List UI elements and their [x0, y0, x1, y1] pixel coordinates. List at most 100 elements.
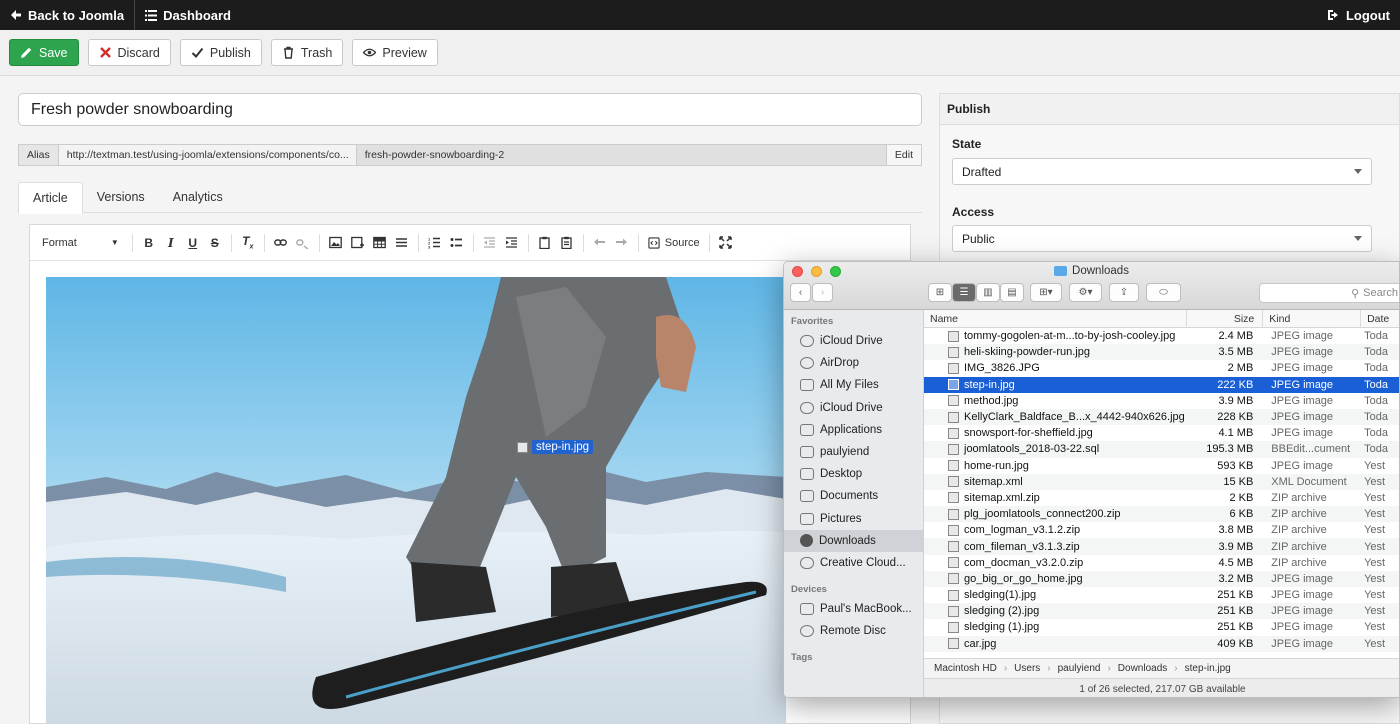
media-button[interactable]	[347, 232, 369, 254]
save-button[interactable]: Save	[9, 39, 79, 66]
column-size-header[interactable]: Size	[1187, 310, 1264, 328]
sidebar-item-pictures[interactable]: Pictures	[784, 508, 923, 530]
file-row[interactable]: step-in.jpg 222 KB JPEG image Toda	[924, 376, 1399, 393]
laptop-icon	[800, 603, 814, 616]
undo-button[interactable]	[589, 232, 611, 254]
fullscreen-button[interactable]	[715, 232, 737, 254]
file-row[interactable]: heli-skiing-powder-run.jpg 3.5 MB JPEG ima…	[924, 344, 1399, 361]
path-segment[interactable]: Macintosh HD	[934, 663, 997, 674]
link-button[interactable]	[270, 232, 292, 254]
path-segment[interactable]: step-in.jpg	[1185, 663, 1231, 674]
file-kind: ZIP archive	[1271, 491, 1327, 504]
sidebar-item-macbook[interactable]: Paul's MacBook...	[784, 598, 923, 620]
list-view-button[interactable]: ☰	[952, 283, 976, 302]
source-button[interactable]: Source	[644, 237, 704, 249]
finder-search-field[interactable]: ⚲ Search	[1259, 283, 1399, 303]
sidebar-item-home[interactable]: paulyiend	[784, 441, 923, 463]
file-row[interactable]: go_big_or_go_home.jpg 3.2 MB JPEG image Yes…	[924, 570, 1399, 587]
alias-edit-button[interactable]: Edit	[886, 145, 921, 165]
pencil-icon	[21, 47, 32, 58]
strikethrough-button[interactable]: S	[204, 232, 226, 254]
file-row[interactable]: sledging (2).jpg 251 KB JPEG image Yest	[924, 603, 1399, 620]
tab-versions[interactable]: Versions	[83, 182, 159, 212]
file-row[interactable]: com_docman_v3.2.0.zip 4.5 MB ZIP archive Ye…	[924, 555, 1399, 571]
file-row[interactable]: method.jpg 3.9 MB JPEG image Toda	[924, 393, 1399, 409]
publish-button[interactable]: Publish	[179, 39, 262, 66]
numbered-list-button[interactable]: 123	[424, 232, 446, 254]
unlink-button[interactable]	[292, 232, 314, 254]
file-row[interactable]: sitemap.xml 15 KB XML Document Yest	[924, 473, 1399, 490]
indent-button[interactable]	[501, 232, 523, 254]
file-row[interactable]: com_fileman_v3.1.3.zip 3.9 MB ZIP archive Y…	[924, 538, 1399, 555]
table-button[interactable]	[369, 232, 391, 254]
sidebar-item-airdrop[interactable]: AirDrop	[784, 352, 923, 374]
file-row[interactable]: sledging(1).jpg 251 KB JPEG image Yest	[924, 587, 1399, 603]
access-select[interactable]: Public	[952, 225, 1372, 252]
column-view-button[interactable]: ▥	[976, 283, 1000, 302]
sidebar-item-icloud-drive[interactable]: iCloud Drive	[784, 330, 923, 352]
italic-button[interactable]: I	[160, 232, 182, 254]
sidebar-item-documents[interactable]: Documents	[784, 485, 923, 507]
file-size: 251 KB	[1217, 589, 1254, 602]
cover-flow-button[interactable]: ▤	[1000, 283, 1024, 302]
paste-text-button[interactable]	[556, 232, 578, 254]
file-size: 4.1 MB	[1218, 427, 1254, 440]
bullet-list-button[interactable]	[446, 232, 468, 254]
column-kind-header[interactable]: Kind	[1263, 310, 1362, 328]
clear-format-button[interactable]: Tx	[237, 232, 259, 254]
horizontal-rule-button[interactable]	[391, 232, 413, 254]
file-row[interactable]: snowsport-for-sheffield.jpg 4.1 MB JPEG im…	[924, 425, 1399, 441]
file-row[interactable]: sledging (1).jpg 251 KB JPEG image Yest	[924, 619, 1399, 635]
article-title-input[interactable]: Fresh powder snowboarding	[18, 93, 922, 126]
trash-button[interactable]: Trash	[270, 39, 344, 66]
outdent-button[interactable]	[479, 232, 501, 254]
logout-link[interactable]: Logout	[1318, 0, 1400, 30]
bold-button[interactable]: B	[138, 232, 160, 254]
file-row[interactable]: joomlatools_2018-03-22.sql 195.3 MB BBEdit…	[924, 441, 1399, 458]
file-name: snowsport-for-sheffield.jpg	[964, 427, 1093, 440]
back-to-joomla-link[interactable]: Back to Joomla	[0, 0, 134, 30]
file-row[interactable]: tommy-gogolen-at-m...to-by-josh-cooley.j…	[924, 328, 1399, 344]
tab-analytics[interactable]: Analytics	[159, 182, 237, 212]
tab-article[interactable]: Article	[18, 182, 83, 214]
dashboard-link[interactable]: Dashboard	[135, 0, 241, 30]
sidebar-item-desktop[interactable]: Desktop	[784, 463, 923, 485]
state-value: Drafted	[962, 164, 1002, 179]
sidebar-item-creative-cloud[interactable]: Creative Cloud...	[784, 552, 923, 574]
paste-button[interactable]	[534, 232, 556, 254]
path-segment[interactable]: Downloads	[1118, 663, 1167, 674]
file-row[interactable]: sitemap.xml.zip 2 KB ZIP archive Yest	[924, 490, 1399, 506]
redo-button[interactable]	[611, 232, 633, 254]
column-date-header[interactable]: Date	[1361, 310, 1399, 328]
group-by-button[interactable]: ⊞▾	[1030, 283, 1062, 302]
discard-button[interactable]: Discard	[87, 39, 171, 66]
file-name-cell: sledging (1).jpg	[924, 621, 1187, 633]
sidebar-item-icloud-drive-2[interactable]: iCloud Drive	[784, 397, 923, 419]
alias-slug-input[interactable]: fresh-powder-snowboarding-2	[356, 145, 887, 165]
sidebar-item-all-my-files[interactable]: All My Files	[784, 374, 923, 396]
file-row[interactable]: KellyClark_Baldface_B...x_4442-940x626.j…	[924, 408, 1399, 426]
forward-nav-button[interactable]: ›	[812, 283, 833, 302]
file-row[interactable]: car.jpg 409 KB JPEG image Yest	[924, 635, 1399, 652]
action-button[interactable]: ⚙▾	[1069, 283, 1102, 302]
file-date: Yest	[1364, 637, 1386, 650]
file-row[interactable]: IMG_3826.JPG 2 MB JPEG image Toda	[924, 360, 1399, 376]
column-name-header[interactable]: Name	[924, 310, 1188, 328]
back-nav-button[interactable]: ‹	[790, 283, 811, 302]
icon-view-button[interactable]: ⊞	[928, 283, 952, 302]
file-row[interactable]: com_logman_v3.1.2.zip 3.8 MB ZIP archive Ye…	[924, 522, 1399, 538]
file-row[interactable]: home-run.jpg 593 KB JPEG image Yest	[924, 458, 1399, 474]
path-segment[interactable]: Users	[1014, 663, 1040, 674]
sidebar-item-downloads[interactable]: Downloads	[784, 529, 923, 552]
image-button[interactable]	[325, 232, 347, 254]
format-dropdown[interactable]: Format ▼	[42, 237, 127, 249]
state-select[interactable]: Drafted	[952, 158, 1372, 185]
tag-button[interactable]: ⬭	[1146, 283, 1181, 302]
underline-button[interactable]: U	[182, 232, 204, 254]
path-segment[interactable]: paulyiend	[1058, 663, 1101, 674]
sidebar-item-applications[interactable]: Applications	[784, 419, 923, 441]
preview-button[interactable]: Preview	[352, 39, 438, 66]
share-button[interactable]: ⇪	[1109, 283, 1139, 302]
file-row[interactable]: plg_joomlatools_connect200.zip 6 KB ZIP ar…	[924, 506, 1399, 523]
sidebar-item-remote-disc[interactable]: Remote Disc	[784, 620, 923, 642]
